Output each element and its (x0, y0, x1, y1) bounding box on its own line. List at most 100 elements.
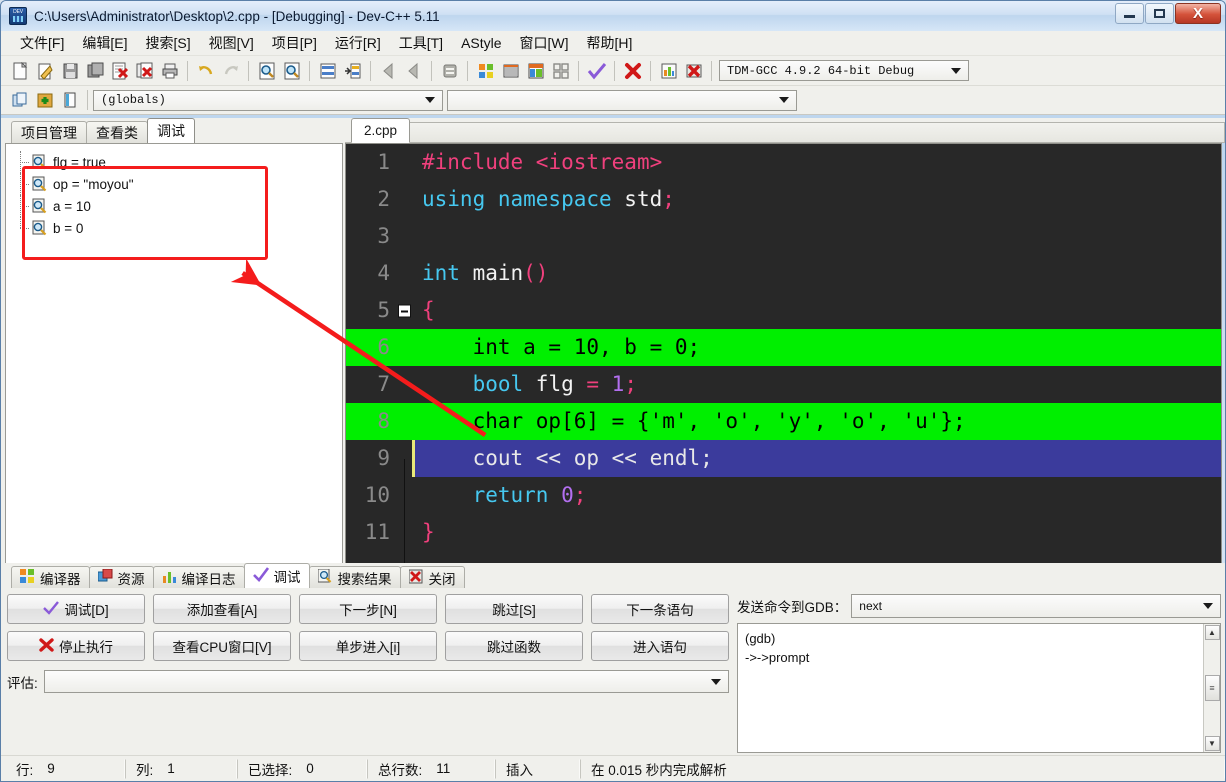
code-line[interactable]: 5 { (346, 292, 1221, 329)
find-icon[interactable] (254, 59, 279, 83)
compiler-set-value: TDM-GCC 4.9.2 64-bit Debug (727, 63, 915, 78)
scroll-down-icon[interactable]: ▼ (1204, 736, 1220, 751)
debug-button[interactable]: 调试[D] (7, 594, 145, 624)
find-next-icon[interactable] (279, 59, 304, 83)
line-content: int a = 10, b = 0; (412, 329, 1221, 366)
code-line[interactable]: 2 using namespace std; (346, 181, 1221, 218)
code-line[interactable]: 1 #include <iostream> (346, 144, 1221, 181)
compiler-set-combo[interactable]: TDM-GCC 4.9.2 64-bit Debug (719, 60, 969, 81)
button-label: 下一条语句 (626, 603, 694, 618)
project-add-icon[interactable] (32, 88, 57, 112)
menu-item-astyle[interactable]: AStyle (452, 32, 510, 54)
menu-item-tools[interactable]: 工具[T] (390, 30, 452, 56)
symbol-combo[interactable] (447, 89, 797, 111)
back-icon[interactable] (376, 59, 401, 83)
gdb-output-scrollbar[interactable]: ▲ ≡ ▼ (1203, 624, 1220, 752)
view-cpu-window-button[interactable]: 查看CPU窗口[V] (153, 631, 291, 661)
watch-item[interactable]: b = 0 (16, 217, 342, 239)
print-icon[interactable] (157, 59, 182, 83)
menu-item-file[interactable]: 文件[F] (11, 30, 73, 56)
menu-item-window[interactable]: 窗口[W] (511, 30, 578, 56)
line-number: 7 (377, 372, 390, 396)
debug-stop-icon[interactable] (681, 59, 706, 83)
button-label: 下一步[N] (339, 603, 397, 618)
enter-statement-button[interactable]: 进入语句 (591, 631, 729, 661)
save-all-icon[interactable] (82, 59, 107, 83)
tab-debug-output[interactable]: 调试 (243, 563, 310, 588)
tab-class-browser[interactable]: 查看类 (86, 121, 148, 143)
status-insert-mode-label: 插入 (506, 762, 533, 778)
watch-item[interactable]: a = 10 (16, 195, 342, 217)
add-watch-button[interactable]: 添加查看[A] (153, 594, 291, 624)
close-all-icon[interactable] (132, 59, 157, 83)
gdb-output-area[interactable]: (gdb) ->->prompt ▲ ≡ ▼ (737, 623, 1221, 753)
next-statement-button[interactable]: 下一条语句 (591, 594, 729, 624)
code-line[interactable]: 7 bool flg = 1; (346, 366, 1221, 403)
menu-item-edit[interactable]: 编辑[E] (73, 30, 136, 56)
tab-compiler[interactable]: 编译器 (11, 566, 90, 588)
menu-item-search[interactable]: 搜索[S] (136, 30, 199, 56)
open-file-icon[interactable] (32, 59, 57, 83)
editor-panel: 2.cpp 1 #include <iostream> 2 using name… (345, 118, 1225, 589)
tab-search-results[interactable]: 搜索结果 (308, 566, 401, 588)
tab-close-panel[interactable]: 关闭 (399, 566, 465, 588)
compile-icon[interactable] (473, 59, 498, 83)
maximize-button[interactable] (1145, 3, 1174, 24)
step-into-button[interactable]: 单步进入[i] (299, 631, 437, 661)
step-over-function-button[interactable]: 跳过函数 (445, 631, 583, 661)
tab-build-log[interactable]: 编译日志 (152, 566, 245, 588)
next-step-button[interactable]: 下一步[N] (299, 594, 437, 624)
code-line[interactable]: 6 int a = 10, b = 0; (346, 329, 1221, 366)
code-line[interactable]: 9 cout << op << endl; (346, 440, 1221, 477)
code-line[interactable]: 11 } (346, 458, 1221, 586)
project-new-icon[interactable] (7, 88, 32, 112)
editor-tabs: 2.cpp (345, 118, 1225, 143)
minimize-button[interactable] (1115, 3, 1144, 24)
replace-icon[interactable] (315, 59, 340, 83)
menu-item-project[interactable]: 项目[P] (263, 30, 326, 56)
code-line[interactable]: 4 int main() (346, 255, 1221, 292)
syntax-check-icon[interactable] (584, 59, 609, 83)
line-number: 3 (377, 224, 390, 248)
code-line[interactable]: 3 (346, 218, 1221, 255)
scroll-up-icon[interactable]: ▲ (1204, 625, 1220, 640)
editor-tab-2cpp[interactable]: 2.cpp (351, 118, 411, 143)
stop-execution-button[interactable]: 停止执行 (7, 631, 145, 661)
close-button[interactable]: X (1175, 3, 1221, 24)
watch-item[interactable]: op = "moyou" (16, 173, 342, 195)
profile-icon[interactable] (656, 59, 681, 83)
scope-combo[interactable]: (globals) (93, 89, 443, 111)
save-file-icon[interactable] (57, 59, 82, 83)
rebuild-icon[interactable] (548, 59, 573, 83)
menu-item-help[interactable]: 帮助[H] (578, 30, 642, 56)
toolbar-separator (248, 60, 249, 81)
watch-item[interactable]: flg = true (16, 151, 342, 173)
skip-button[interactable]: 跳过[S] (445, 594, 583, 624)
project-view-icon[interactable] (57, 88, 82, 112)
code-editor[interactable]: 1 #include <iostream> 2 using namespace … (345, 143, 1222, 587)
new-file-icon[interactable] (7, 59, 32, 83)
forward-icon[interactable] (401, 59, 426, 83)
status-bar: 行: 9 列: 1 已选择: 0 总行数: 11 插入 在 0.015 秒内完成… (1, 755, 1225, 781)
scrollbar-thumb[interactable]: ≡ (1204, 675, 1220, 701)
menu-item-view[interactable]: 视图[V] (200, 30, 263, 56)
tab-project-manager[interactable]: 项目管理 (11, 121, 87, 143)
close-file-icon[interactable] (107, 59, 132, 83)
toggle-bookmark-icon[interactable] (437, 59, 462, 83)
evaluate-input[interactable] (43, 670, 729, 693)
stop-icon[interactable] (620, 59, 645, 83)
dev-cpp-window: C:\Users\Administrator\Desktop\2.cpp - [… (0, 0, 1226, 782)
redo-icon[interactable] (218, 59, 243, 83)
goto-line-icon[interactable] (340, 59, 365, 83)
run-icon[interactable] (498, 59, 523, 83)
gdb-command-input[interactable]: next (851, 594, 1221, 618)
undo-icon[interactable] (193, 59, 218, 83)
fold-collapse-icon[interactable] (398, 304, 411, 317)
menu-item-run[interactable]: 运行[R] (326, 30, 390, 56)
code-line[interactable]: 8 char op[6] = {'m', 'o', 'y', 'o', 'u'}… (346, 403, 1221, 440)
watch-item-label: b = 0 (53, 220, 84, 236)
watch-variables-pane[interactable]: flg = true op = "moyou" a = 10 b = 0 (5, 143, 343, 587)
tab-debug[interactable]: 调试 (147, 118, 195, 143)
tab-resource[interactable]: 资源 (88, 566, 154, 588)
compile-run-icon[interactable] (523, 59, 548, 83)
